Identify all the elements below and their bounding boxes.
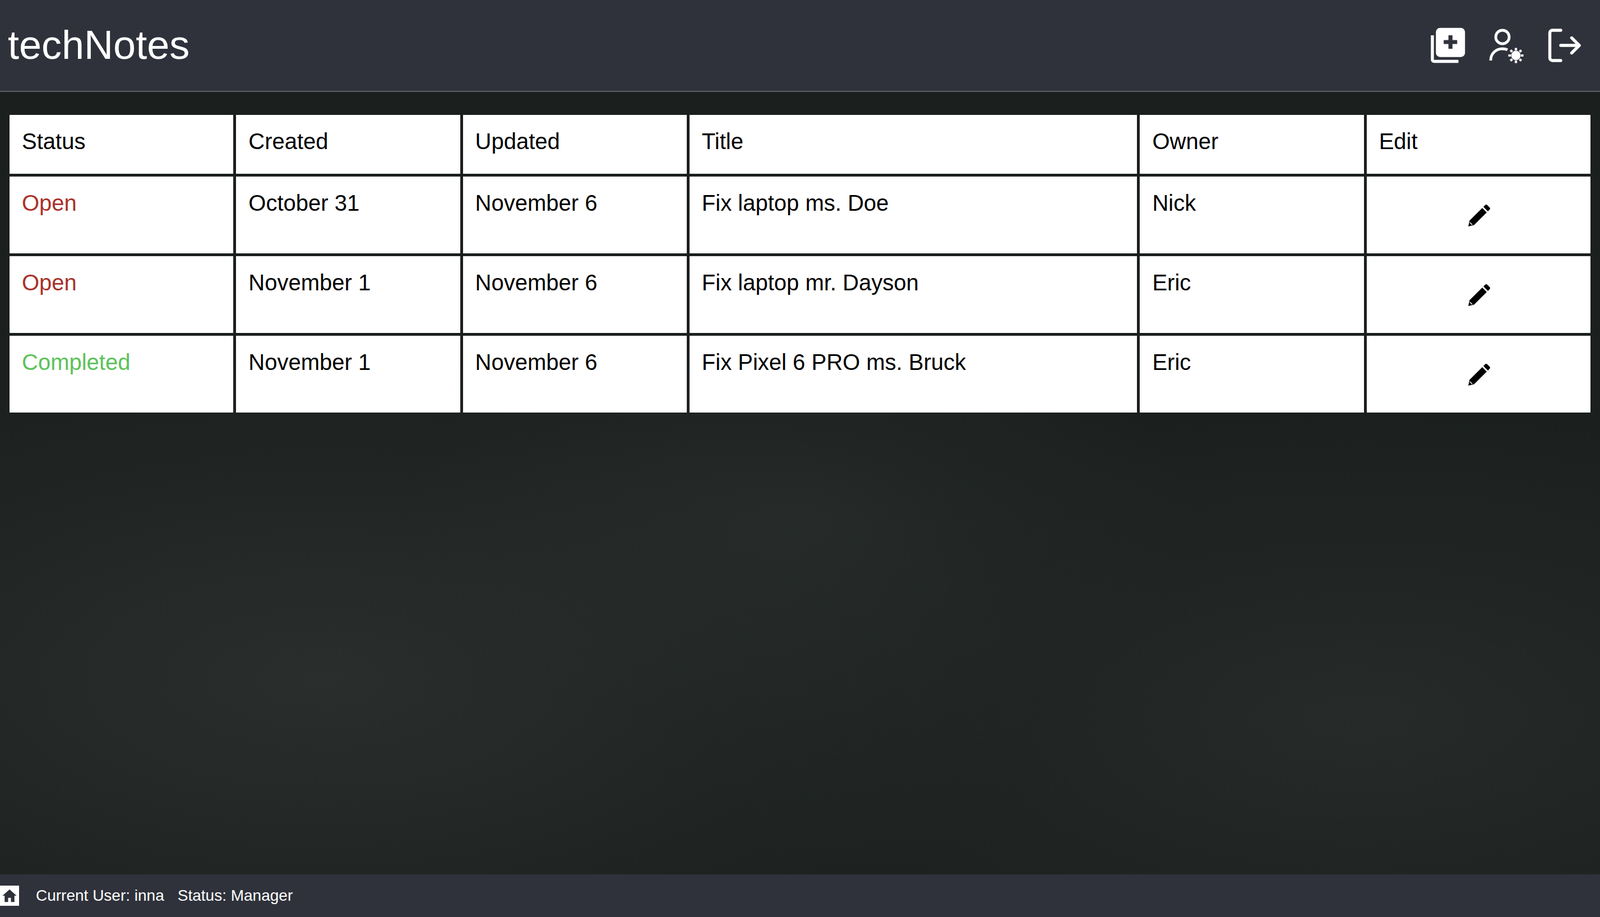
title-cell: Fix laptop mr. Dayson [689,256,1138,334]
user-settings-icon [1485,25,1526,66]
title-cell: Fix Pixel 6 PRO ms. Bruck [689,335,1138,413]
column-header: Edit [1366,114,1591,174]
created-cell: October 31 [236,176,460,254]
edit-button[interactable] [1461,276,1496,313]
top-bar: techNotes [0,0,1600,92]
new-note-button[interactable] [1422,20,1473,71]
status-cell: Open [9,256,234,334]
edit-cell [1366,335,1591,413]
header-actions [1422,20,1589,71]
column-header: Created [236,114,460,174]
header-row: StatusCreatedUpdatedTitleOwnerEdit [9,114,1591,174]
status-cell: Open [9,176,234,254]
user-status: Status: Manager [177,884,293,908]
status-cell: Completed [9,335,234,413]
new-note-icon [1427,25,1468,66]
table-row: OpenNovember 1November 6Fix laptop mr. D… [9,256,1591,334]
edit-button[interactable] [1461,355,1496,392]
notes-area: StatusCreatedUpdatedTitleOwnerEditOpenOc… [0,91,1600,875]
edit-button[interactable] [1461,196,1496,233]
status-bar: Current User: inna Status: Manager [0,874,1600,917]
app-title[interactable]: techNotes [7,22,190,68]
owner-cell: Nick [1139,176,1364,254]
notes-table: StatusCreatedUpdatedTitleOwnerEditOpenOc… [6,112,1594,416]
pencil-icon [1464,202,1492,230]
column-header: Updated [463,114,687,174]
logout-icon [1543,25,1585,66]
created-cell: November 1 [236,256,460,334]
updated-cell: November 6 [463,176,687,254]
table-row: CompletedNovember 1November 6Fix Pixel 6… [9,335,1591,413]
column-header: Title [689,114,1138,174]
logout-button[interactable] [1539,20,1589,71]
current-user: Current User: inna [35,884,165,908]
pencil-icon [1464,282,1492,310]
user-settings-button[interactable] [1481,20,1531,71]
table-row: OpenOctober 31November 6Fix laptop ms. D… [9,176,1591,254]
pencil-icon [1464,362,1492,390]
home-button[interactable] [0,885,20,906]
edit-cell [1366,256,1591,334]
updated-cell: November 6 [463,256,687,334]
edit-cell [1366,176,1591,254]
column-header: Status [9,114,234,174]
column-header: Owner [1139,114,1364,174]
title-cell: Fix laptop ms. Doe [689,176,1138,254]
updated-cell: November 6 [463,335,687,413]
created-cell: November 1 [236,335,460,413]
home-icon [1,887,18,905]
owner-cell: Eric [1139,256,1364,334]
owner-cell: Eric [1139,335,1364,413]
